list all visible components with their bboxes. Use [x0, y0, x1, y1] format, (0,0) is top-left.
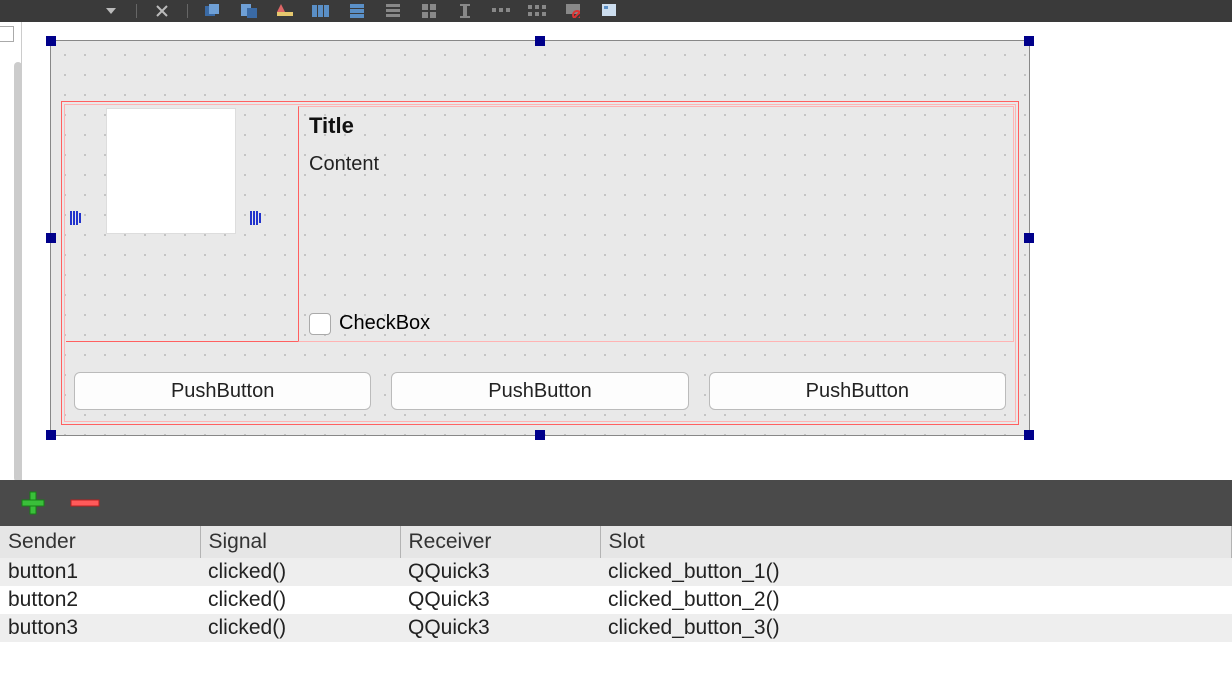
cell-signal[interactable]: clicked(): [200, 558, 400, 586]
remove-connection-button[interactable]: [70, 495, 100, 511]
layout-vertical-icon[interactable]: [346, 3, 368, 19]
resize-handle[interactable]: [1024, 430, 1034, 440]
edit-icon[interactable]: [274, 3, 296, 19]
push-button-1[interactable]: PushButton: [74, 372, 371, 410]
close-icon[interactable]: [151, 3, 173, 19]
scrollbar[interactable]: [14, 62, 22, 482]
table-row[interactable]: button2 clicked() QQuick3 clicked_button…: [0, 586, 1232, 614]
signals-table[interactable]: Sender Signal Receiver Slot button1 clic…: [0, 526, 1232, 642]
checkbox[interactable]: CheckBox: [309, 312, 430, 335]
add-connection-button[interactable]: [18, 488, 48, 518]
push-button-2[interactable]: PushButton: [391, 372, 688, 410]
image-placeholder[interactable]: [106, 108, 236, 234]
header-sender[interactable]: Sender: [0, 526, 200, 558]
table-row[interactable]: button3 clicked() QQuick3 clicked_button…: [0, 614, 1232, 642]
signals-slots-panel: Sender Signal Receiver Slot button1 clic…: [0, 480, 1232, 688]
toolbar-divider: [187, 4, 188, 18]
header-slot[interactable]: Slot: [600, 526, 1232, 558]
header-signal[interactable]: Signal: [200, 526, 400, 558]
cell-signal[interactable]: clicked(): [200, 614, 400, 642]
document-icon[interactable]: [598, 3, 620, 19]
upper-layout: Title Content CheckBox: [66, 106, 1014, 342]
table-row[interactable]: button1 clicked() QQuick3 clicked_button…: [0, 558, 1232, 586]
button-row: PushButton PushButton PushButton: [74, 372, 1006, 410]
disabled-icon[interactable]: [562, 3, 584, 19]
cell-slot[interactable]: clicked_button_1(): [600, 558, 1232, 586]
grid-icon[interactable]: [526, 3, 548, 19]
cell-sender[interactable]: button3: [0, 614, 200, 642]
resize-handle[interactable]: [46, 430, 56, 440]
cell-receiver[interactable]: QQuick3: [400, 558, 600, 586]
resize-handle[interactable]: [1024, 36, 1034, 46]
checkbox-label: CheckBox: [339, 312, 430, 335]
cell-sender[interactable]: button2: [0, 586, 200, 614]
resize-handle[interactable]: [535, 36, 545, 46]
main-toolbar: [0, 0, 1232, 22]
paste-icon[interactable]: [238, 3, 260, 19]
cell-receiver[interactable]: QQuick3: [400, 586, 600, 614]
checkbox-box[interactable]: [309, 313, 331, 335]
spacer-icon: [250, 210, 262, 225]
design-canvas[interactable]: Title Content CheckBox PushButton PushBu…: [30, 22, 1232, 480]
cell-sender[interactable]: button1: [0, 558, 200, 586]
content-label[interactable]: Content: [309, 153, 1003, 176]
layout-outline: Title Content CheckBox PushButton PushBu…: [61, 101, 1019, 425]
dots-3-icon[interactable]: [490, 3, 512, 19]
grid-small-icon[interactable]: [418, 3, 440, 19]
image-placeholder-area: [66, 106, 298, 342]
title-label[interactable]: Title: [309, 113, 1003, 139]
table-header-row: Sender Signal Receiver Slot: [0, 526, 1232, 558]
text-area: Title Content CheckBox: [298, 106, 1014, 342]
panel-tab[interactable]: [0, 26, 14, 42]
layout-stack-icon[interactable]: [382, 3, 404, 19]
spacer-icon: [70, 210, 82, 225]
cell-signal[interactable]: clicked(): [200, 586, 400, 614]
layout-horizontal-icon[interactable]: [310, 3, 332, 19]
signals-toolbar: [0, 480, 1232, 526]
resize-handle[interactable]: [46, 36, 56, 46]
cell-receiver[interactable]: QQuick3: [400, 614, 600, 642]
cell-slot[interactable]: clicked_button_3(): [600, 614, 1232, 642]
resize-handle[interactable]: [535, 430, 545, 440]
copy-icon[interactable]: [202, 3, 224, 19]
form-widget[interactable]: Title Content CheckBox PushButton PushBu…: [50, 40, 1030, 436]
resize-handle[interactable]: [1024, 233, 1034, 243]
cell-slot[interactable]: clicked_button_2(): [600, 586, 1232, 614]
resize-handle[interactable]: [46, 233, 56, 243]
push-button-3[interactable]: PushButton: [709, 372, 1006, 410]
dropdown-icon[interactable]: [100, 3, 122, 19]
toolbar-divider: [136, 4, 137, 18]
header-receiver[interactable]: Receiver: [400, 526, 600, 558]
vertical-spacer-icon[interactable]: [454, 3, 476, 19]
